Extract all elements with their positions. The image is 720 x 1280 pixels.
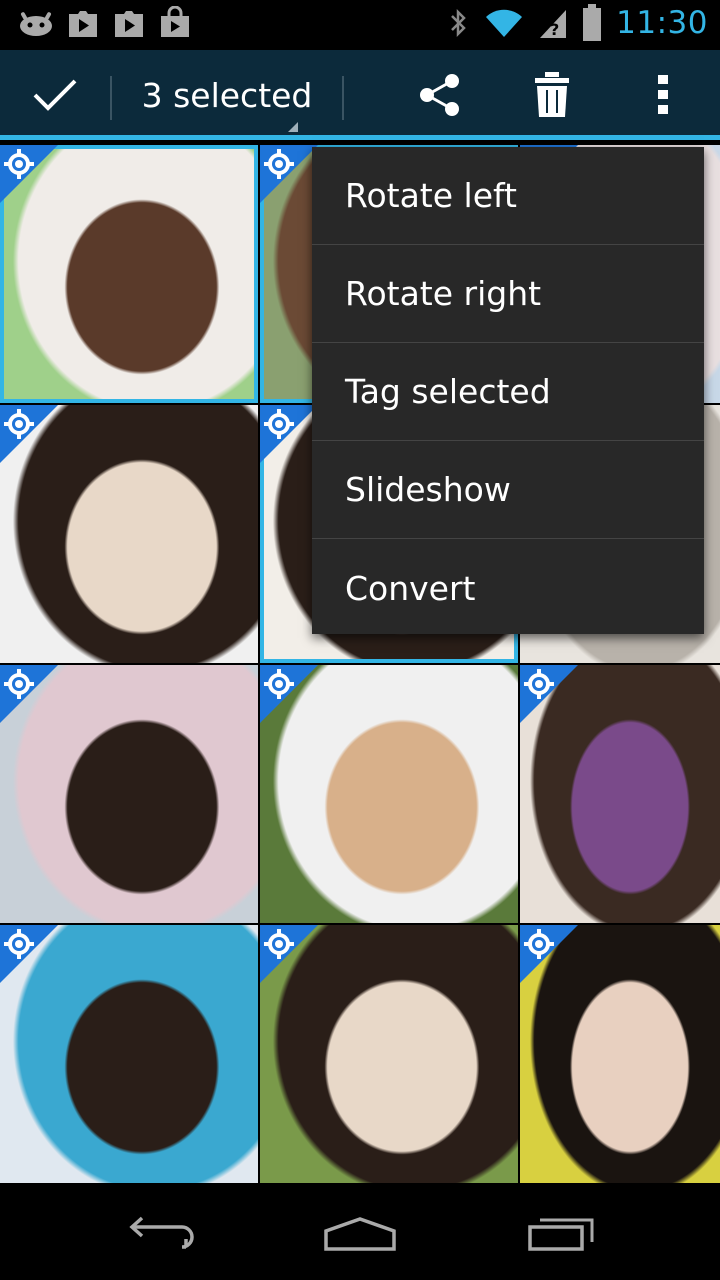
home-button[interactable] — [280, 1185, 440, 1280]
menu-item-slideshow[interactable]: Slideshow — [312, 441, 704, 539]
overflow-popup-menu: Rotate left Rotate right Tag selected Sl… — [312, 147, 704, 634]
camera-icon — [524, 929, 554, 959]
play-store-icon — [66, 6, 100, 40]
delete-icon — [535, 72, 569, 117]
recent-apps-button[interactable] — [482, 1185, 642, 1280]
wifi-icon — [484, 7, 524, 39]
svg-text:?: ? — [550, 20, 559, 39]
shopping-bag-icon — [158, 6, 192, 40]
menu-item-rotate-right[interactable]: Rotate right — [312, 245, 704, 343]
camera-icon — [4, 669, 34, 699]
navigation-bar — [0, 1185, 720, 1280]
photo-tile[interactable] — [0, 665, 258, 923]
selection-count-dropdown[interactable]: 3 selected — [112, 50, 342, 140]
camera-icon — [4, 149, 34, 179]
photo-tile[interactable] — [260, 665, 518, 923]
overflow-menu-button[interactable] — [615, 50, 711, 140]
delete-button[interactable] — [504, 50, 600, 140]
android-debug-icon — [18, 9, 54, 37]
bluetooth-icon — [448, 6, 470, 40]
camera-icon — [264, 149, 294, 179]
overflow-menu-icon — [658, 75, 668, 114]
home-icon — [324, 1216, 396, 1251]
camera-icon — [524, 669, 554, 699]
recent-apps-icon — [528, 1218, 594, 1251]
play-music-icon — [112, 6, 146, 40]
battery-icon — [582, 4, 602, 42]
photo-tile[interactable] — [0, 925, 258, 1183]
clock: 11:30 — [616, 5, 708, 41]
dropdown-caret-icon — [288, 122, 298, 132]
done-button[interactable] — [0, 50, 110, 140]
camera-icon — [264, 409, 294, 439]
back-button[interactable] — [80, 1185, 240, 1280]
photo-tile[interactable] — [0, 405, 258, 663]
menu-item-rotate-left[interactable]: Rotate left — [312, 147, 704, 245]
menu-item-convert[interactable]: Convert — [312, 539, 704, 637]
back-icon — [129, 1216, 194, 1249]
photo-tile[interactable] — [520, 925, 720, 1183]
camera-icon — [264, 929, 294, 959]
share-icon — [420, 74, 459, 116]
photo-tile[interactable] — [520, 665, 720, 923]
photo-tile[interactable] — [260, 925, 518, 1183]
signal-icon: ? — [538, 6, 568, 40]
camera-icon — [4, 929, 34, 959]
contextual-action-bar: 3 selected — [0, 50, 720, 140]
divider — [342, 76, 344, 120]
camera-icon — [264, 669, 294, 699]
menu-item-tag-selected[interactable]: Tag selected — [312, 343, 704, 441]
done-check-icon — [33, 79, 77, 111]
share-button[interactable] — [392, 50, 488, 140]
camera-icon — [4, 409, 34, 439]
photo-tile[interactable] — [0, 145, 258, 403]
status-bar: ? 11:30 — [0, 0, 720, 50]
